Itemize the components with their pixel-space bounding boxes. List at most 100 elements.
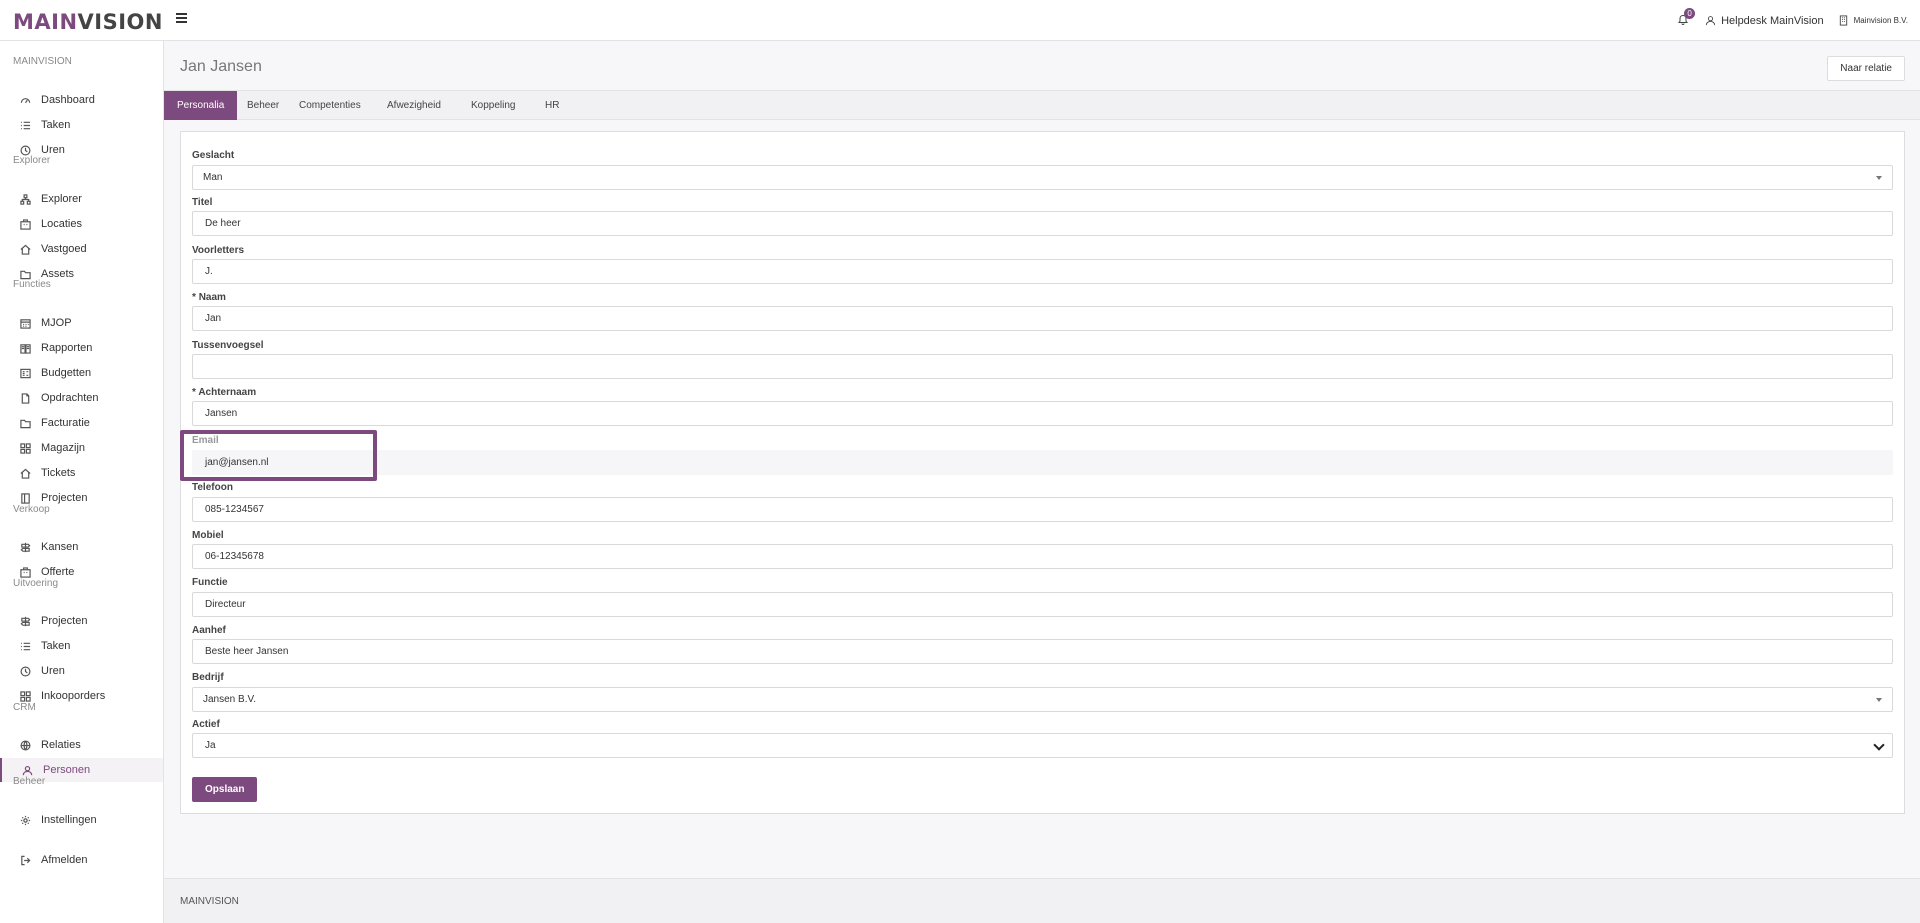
- sidebar-item-label: Rapporten: [41, 342, 93, 354]
- user-menu[interactable]: Helpdesk MainVision: [1705, 15, 1824, 27]
- email-field[interactable]: jan@jansen.nl: [192, 450, 1893, 475]
- building-icon: [1839, 15, 1847, 26]
- sidebar-item-label: Instellingen: [41, 814, 97, 826]
- tab-koppeling[interactable]: Koppeling: [458, 91, 528, 120]
- tussenvoegsel-label: Tussenvoegsel: [192, 340, 264, 351]
- save-button[interactable]: Opslaan: [192, 777, 258, 802]
- sidebar-item-uren-uitvoering[interactable]: Uren: [0, 659, 163, 683]
- sidebar-item-label: Personen: [43, 764, 91, 776]
- tab-hr[interactable]: HR: [532, 91, 572, 120]
- functie-label: Functie: [192, 577, 228, 588]
- sidebar-item-label: Uren: [41, 665, 65, 677]
- sidebar-item-tickets[interactable]: Tickets: [0, 461, 163, 485]
- sidebar-item-kansen[interactable]: Kansen: [0, 535, 163, 559]
- sidebar-item-relaties[interactable]: Relaties: [0, 733, 163, 757]
- naam-field[interactable]: Jan: [192, 306, 1893, 331]
- achternaam-label-text: Achternaam: [198, 387, 257, 398]
- sidebar-section-crm: CRM: [13, 702, 36, 713]
- user-icon: [22, 765, 33, 775]
- notifications-bell-icon[interactable]: 0: [1677, 7, 1696, 28]
- page-footer: MAINVISION: [164, 878, 1920, 923]
- sidebar: MAINVISION Dashboard Taken Uren Explorer…: [0, 41, 164, 923]
- sidebar-item-dashboard[interactable]: Dashboard: [0, 88, 163, 112]
- sidebar-item-mjop[interactable]: MJOP: [0, 311, 163, 335]
- sidebar-section-mainvision: MAINVISION: [13, 56, 72, 67]
- sidebar-item-facturatie[interactable]: Facturatie: [0, 411, 163, 435]
- sidebar-item-rapporten[interactable]: Rapporten: [0, 336, 163, 360]
- company-menu[interactable]: Mainvision B.V.: [1838, 15, 1908, 26]
- voorletters-field[interactable]: J.: [192, 259, 1893, 284]
- sidebar-section-beheer: Beheer: [13, 776, 46, 787]
- telefoon-field[interactable]: 085-1234567: [192, 497, 1893, 522]
- tab-personalia[interactable]: Personalia: [164, 91, 238, 120]
- logo-part-main: MAIN: [13, 10, 78, 34]
- tab-competenties[interactable]: Competenties: [286, 91, 374, 120]
- sidebar-item-budgetten[interactable]: Budgetten: [0, 361, 163, 385]
- signpost-icon: [20, 616, 31, 626]
- achternaam-label: * Achternaam: [192, 387, 256, 398]
- naam-label: * Naam: [192, 292, 226, 303]
- actief-label: Actief: [192, 719, 220, 730]
- logo[interactable]: MAINVISION: [13, 12, 163, 33]
- top-bar: MAINVISION 0 Helpdesk MainVision Mainvis…: [0, 0, 1920, 41]
- door-icon: [21, 492, 30, 504]
- page-header: Jan Jansen Naar relatie: [164, 41, 1920, 91]
- voorletters-label: Voorletters: [192, 245, 245, 256]
- bedrijf-label: Bedrijf: [192, 672, 224, 683]
- sidebar-item-taken-uitvoering[interactable]: Taken: [0, 634, 163, 658]
- file-icon: [21, 392, 30, 404]
- sidebar-item-instellingen[interactable]: Instellingen: [0, 808, 163, 832]
- tab-bar: Personalia Beheer Competenties Afwezighe…: [164, 91, 1920, 120]
- sidebar-section-uitvoering: Uitvoering: [13, 578, 59, 589]
- building-icon: [20, 218, 31, 230]
- sidebar-item-label: Magazijn: [41, 442, 86, 454]
- logo-part-vision: VISION: [77, 10, 163, 34]
- sidebar-item-label: Afmelden: [41, 854, 88, 866]
- folder-icon: [20, 419, 31, 428]
- sidebar-item-label: Facturatie: [41, 417, 90, 429]
- tussenvoegsel-field[interactable]: [192, 354, 1893, 379]
- menu-toggle-icon[interactable]: [176, 13, 187, 23]
- naar-relatie-button[interactable]: Naar relatie: [1827, 56, 1905, 81]
- sidebar-item-magazijn[interactable]: Magazijn: [0, 436, 163, 460]
- sidebar-item-label: Explorer: [41, 193, 82, 205]
- sidebar-item-opdrachten[interactable]: Opdrachten: [0, 386, 163, 410]
- sidebar-item-label: Opdrachten: [41, 392, 99, 404]
- company-name: Mainvision B.V.: [1853, 16, 1908, 25]
- globe-icon: [20, 740, 31, 750]
- sidebar-item-label: MJOP: [41, 317, 72, 329]
- tab-beheer[interactable]: Beheer: [234, 91, 292, 120]
- sidebar-item-label: Locaties: [41, 218, 82, 230]
- sidebar-item-label: Budgetten: [41, 367, 92, 379]
- sidebar-item-taken[interactable]: Taken: [0, 113, 163, 137]
- sidebar-item-vastgoed[interactable]: Vastgoed: [0, 237, 163, 261]
- mobiel-label: Mobiel: [192, 530, 224, 541]
- sitemap-icon: [20, 193, 31, 205]
- mobiel-field[interactable]: 06-12345678: [192, 544, 1893, 569]
- aanhef-field[interactable]: Beste heer Jansen: [192, 639, 1893, 664]
- sidebar-item-projecten[interactable]: Projecten: [0, 609, 163, 633]
- sidebar-item-afmelden[interactable]: Afmelden: [0, 848, 163, 872]
- book-icon: [20, 343, 31, 354]
- sidebar-item-label: Dashboard: [41, 94, 95, 106]
- geslacht-select[interactable]: Man: [192, 165, 1893, 190]
- sidebar-item-label: Relaties: [41, 739, 81, 751]
- bedrijf-select[interactable]: Jansen B.V.: [192, 687, 1893, 712]
- titel-label: Titel: [192, 197, 213, 208]
- actief-select[interactable]: Ja: [192, 733, 1893, 758]
- sidebar-item-explorer[interactable]: Explorer: [0, 187, 163, 211]
- aanhef-label: Aanhef: [192, 625, 226, 636]
- sidebar-item-locaties[interactable]: Locaties: [0, 212, 163, 236]
- titel-field[interactable]: De heer: [192, 211, 1893, 236]
- home-icon: [20, 468, 31, 479]
- top-right-area: 0 Helpdesk MainVision Mainvision B.V.: [1677, 0, 1908, 41]
- notification-count-badge: 0: [1684, 7, 1696, 19]
- functie-field[interactable]: Directeur: [192, 592, 1893, 617]
- achternaam-field[interactable]: Jansen: [192, 401, 1893, 426]
- tab-afwezigheid[interactable]: Afwezigheid: [374, 91, 454, 120]
- required-marker: *: [192, 292, 196, 303]
- sidebar-item-label: Tickets: [41, 467, 76, 479]
- sidebar-item-label: Vastgoed: [41, 243, 87, 255]
- signpost-icon: [20, 542, 31, 552]
- list-icon: [20, 642, 31, 650]
